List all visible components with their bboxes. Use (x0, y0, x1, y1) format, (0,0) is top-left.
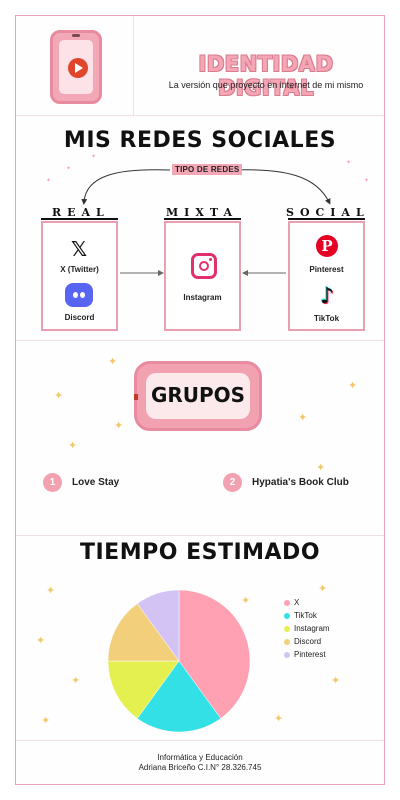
divider (41, 218, 118, 220)
legend-label: X (294, 598, 300, 607)
footer: Informática y Educación Adriana Briceño … (16, 753, 384, 773)
legend-item: Discord (284, 635, 330, 648)
category-mixta-box: Instagram (164, 221, 241, 331)
group-name: Love Stay (72, 477, 120, 488)
legend-swatch (284, 625, 290, 632)
footer-line-2: Adriana Briceño C.I.N° 28.326.745 (138, 763, 262, 772)
tiempo-section: TIEMPO ESTIMADO X TikTok Instagram Discord P… (16, 536, 384, 741)
discord-icon (65, 283, 93, 307)
item-label: Instagram (183, 293, 222, 302)
legend-label: TikTok (294, 611, 317, 620)
divider (164, 218, 241, 220)
item-label: Pinterest (309, 265, 344, 274)
instagram-icon (191, 253, 217, 279)
legend-swatch (284, 599, 290, 606)
phone-play-icon (50, 30, 102, 104)
header-icon-box (16, 16, 134, 116)
legend-swatch (284, 612, 290, 619)
category-real-box: 𝕏 X (Twitter) Discord (41, 221, 118, 331)
legend-item: TikTok (284, 609, 330, 622)
group-item: 1 Love Stay (43, 473, 119, 492)
item-label: TikTok (313, 314, 340, 323)
item-label: Discord (64, 313, 95, 322)
legend-swatch (284, 638, 290, 645)
legend-item: Instagram (284, 622, 330, 635)
chart-legend: X TikTok Instagram Discord Pinterest (284, 596, 330, 661)
item-label: X (Twitter) (60, 265, 99, 274)
legend-item: X (284, 596, 330, 609)
x-icon: 𝕏 (70, 237, 88, 261)
group-number: 1 (43, 473, 62, 492)
legend-label: Discord (294, 637, 322, 646)
grupos-heading: GRUPOS (150, 383, 246, 407)
group-number: 2 (223, 473, 242, 492)
divider (288, 218, 365, 220)
grupos-section: GRUPOS 1 Love Stay 2 Hypatia's Book Club… (16, 341, 384, 536)
footer-line-1: Informática y Educación (157, 753, 243, 762)
legend-item: Pinterest (284, 648, 330, 661)
tipo-label: TIPO DE REDES (172, 164, 243, 175)
group-item: 2 Hypatia's Book Club (223, 473, 349, 492)
legend-swatch (284, 651, 290, 658)
page-title: IDENTIDAD DIGITAL (198, 52, 334, 100)
category-social-box: P Pinterest ♪ TikTok (288, 221, 365, 331)
legend-label: Instagram (294, 624, 330, 633)
legend-label: Pinterest (294, 650, 326, 659)
page-subtitle: La versión que proyecto en internet de m… (168, 80, 364, 90)
redes-section: MIS REDES SOCIALES TIPO DE REDES REAL MI… (16, 116, 384, 341)
header: IDENTIDAD DIGITAL La versión que proyect… (16, 16, 384, 116)
grupos-badge: GRUPOS (134, 361, 262, 431)
infographic: IDENTIDAD DIGITAL La versión que proyect… (15, 15, 385, 785)
pinterest-icon: P (316, 235, 338, 257)
tiktok-icon: ♪ (319, 284, 335, 309)
group-name: Hypatia's Book Club (252, 477, 349, 488)
